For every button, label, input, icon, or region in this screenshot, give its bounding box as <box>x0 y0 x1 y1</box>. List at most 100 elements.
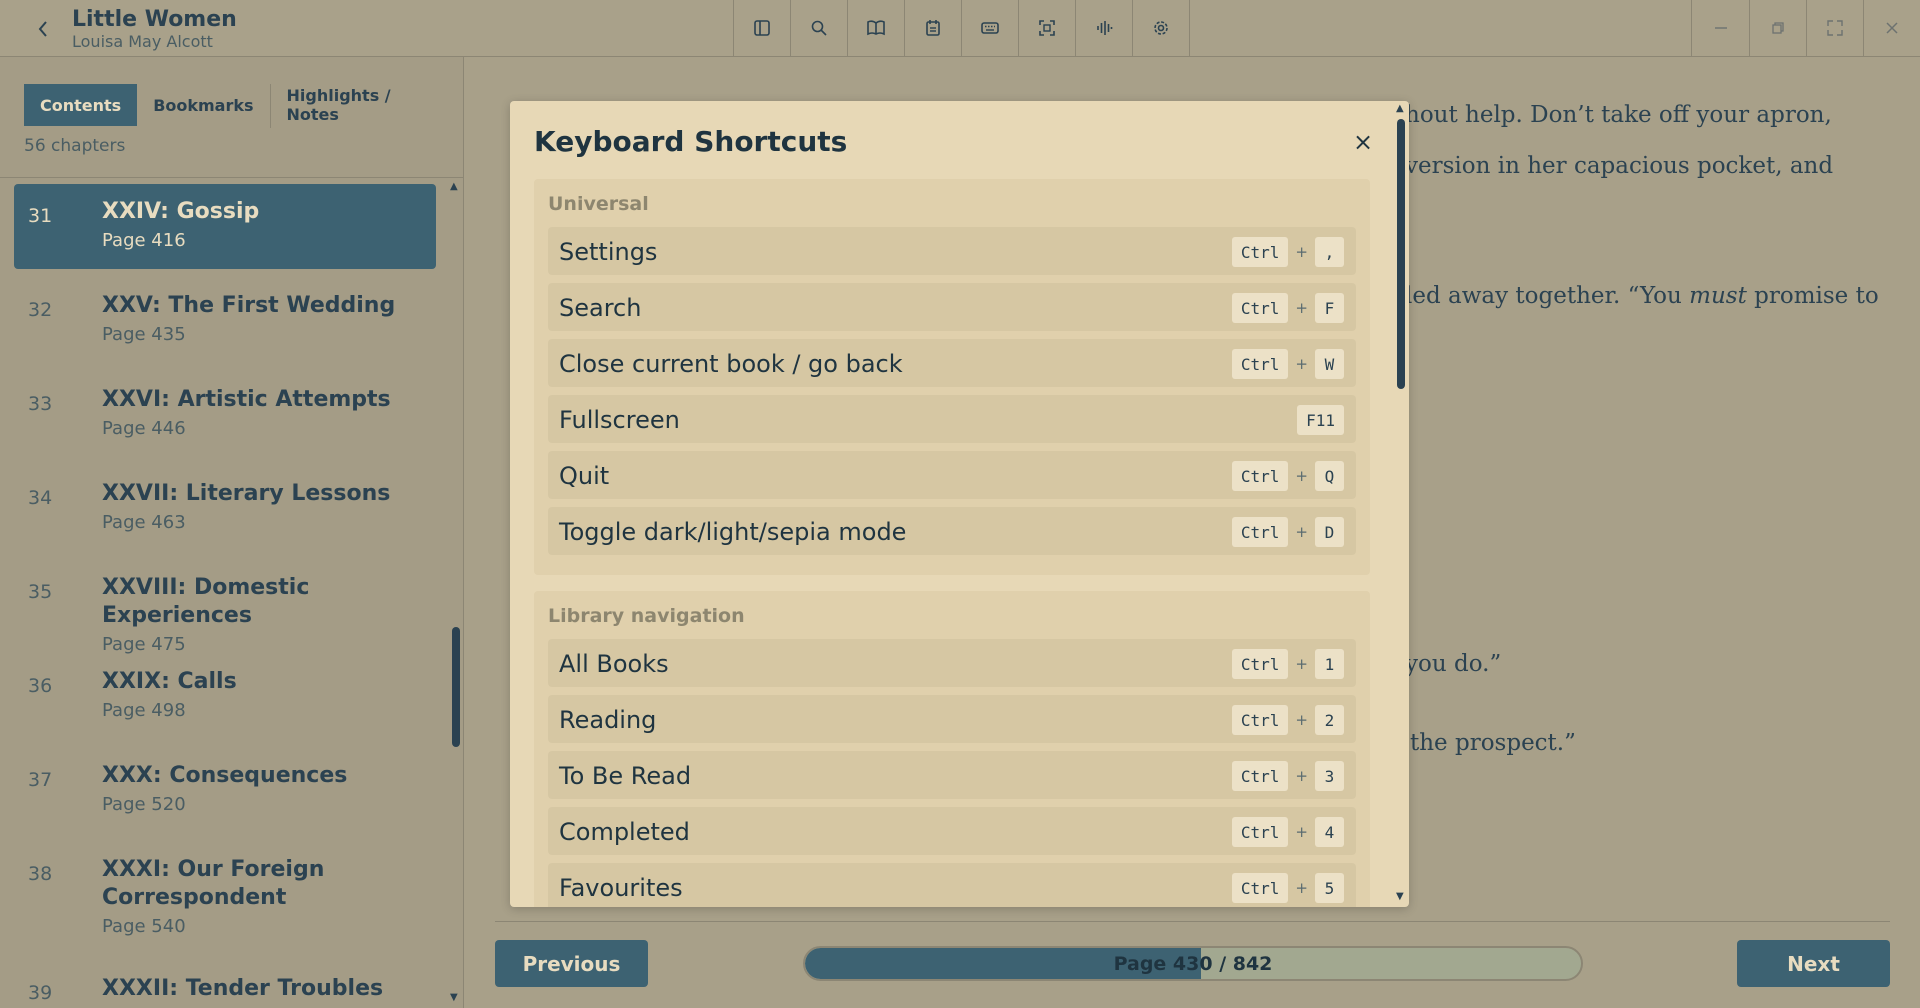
toolbar <box>733 0 1190 56</box>
chapter-item-31[interactable]: 31 XXIV: Gossip Page 416 <box>14 184 436 269</box>
shortcut-row[interactable]: To Be Read Ctrl + 3 <box>548 751 1356 799</box>
shortcut-row[interactable]: Favourites Ctrl + 5 <box>548 863 1356 907</box>
focus-icon <box>1039 20 1055 36</box>
reader-text-span: led away together. “You <box>1405 283 1690 309</box>
tab-highlights-notes[interactable]: Highlights / Notes <box>271 84 463 126</box>
close-icon <box>1886 22 1898 34</box>
chapter-number: 34 <box>28 487 53 509</box>
shortcut-keys: Ctrl + 5 <box>1231 873 1344 903</box>
reader-emphasis: must <box>1689 283 1747 309</box>
chapter-page: Page 540 <box>102 916 186 937</box>
key-cap: Ctrl <box>1231 461 1289 491</box>
restore-button[interactable] <box>1749 0 1806 56</box>
dialog-close-button[interactable]: × <box>1348 127 1378 157</box>
library-button[interactable] <box>848 0 905 56</box>
reader-line: version in her capacious pocket, and <box>1405 153 1834 179</box>
shortcut-keys: Ctrl + 1 <box>1231 649 1344 679</box>
shortcut-label: Reading <box>559 706 657 734</box>
key-cap: Ctrl <box>1231 761 1289 791</box>
shortcut-label: Fullscreen <box>559 406 680 434</box>
key-cap: W <box>1315 349 1344 379</box>
chapter-title: XXIV: Gossip <box>102 199 260 224</box>
sidebar-scrollbar-thumb[interactable] <box>452 627 460 747</box>
key-cap: Q <box>1315 461 1344 491</box>
audio-button[interactable] <box>1076 0 1133 56</box>
modal-scroll-down-icon[interactable]: ▼ <box>1396 891 1404 902</box>
chapter-number: 31 <box>28 205 53 227</box>
reader-line: the prospect.” <box>1410 730 1576 756</box>
tab-contents[interactable]: Contents <box>24 84 138 126</box>
minimize-button[interactable] <box>1692 0 1749 56</box>
fullscreen-button[interactable] <box>1806 0 1863 56</box>
shortcut-row[interactable]: Search Ctrl + F <box>548 283 1356 331</box>
shortcut-row[interactable]: Settings Ctrl + , <box>548 227 1356 275</box>
chapter-item-35[interactable]: 35 XXVIII: Domestic Experiences Page 475 <box>14 560 436 655</box>
shortcut-keys: Ctrl + 4 <box>1231 817 1344 847</box>
modal-scroll-up-icon[interactable]: ▲ <box>1396 103 1404 114</box>
shortcut-row[interactable]: Close current book / go back Ctrl + W <box>548 339 1356 387</box>
back-button[interactable] <box>28 14 58 44</box>
keyboard-shortcuts-button[interactable] <box>962 0 1019 56</box>
shortcut-keys: F11 <box>1297 405 1344 435</box>
key-cap: Ctrl <box>1231 705 1289 735</box>
key-cap: F <box>1315 293 1344 323</box>
close-window-button[interactable] <box>1863 0 1920 56</box>
shortcut-keys: Ctrl + Q <box>1231 461 1344 491</box>
shortcut-label: Toggle dark/light/sepia mode <box>559 518 907 546</box>
reader-line: led away together. “You must promise to <box>1405 283 1879 309</box>
chapter-item-39[interactable]: 39 XXXII: Tender Troubles <box>14 961 436 1008</box>
key-cap: D <box>1315 517 1344 547</box>
scroll-down-arrow-icon[interactable]: ▼ <box>450 992 458 1003</box>
search-icon <box>811 20 827 36</box>
shortcut-row[interactable]: Fullscreen F11 <box>548 395 1356 443</box>
shortcut-label: Completed <box>559 818 690 846</box>
key-cap: 4 <box>1315 817 1344 847</box>
page-indicator: Page 430 / 842 <box>1113 952 1273 975</box>
shortcut-keys: Ctrl + W <box>1231 349 1344 379</box>
calendar-button[interactable] <box>905 0 962 56</box>
sidebar: Contents Bookmarks Highlights / Notes 56… <box>0 57 464 1008</box>
reader-text-span: promise to <box>1746 283 1879 309</box>
chapter-item-38[interactable]: 38 XXXI: Our Foreign Correspondent Page … <box>14 842 436 952</box>
chapter-item-32[interactable]: 32 XXV: The First Wedding Page 435 <box>14 278 436 363</box>
modal-scrollbar-thumb[interactable] <box>1397 119 1405 389</box>
shortcut-row[interactable]: Reading Ctrl + 2 <box>548 695 1356 743</box>
shortcut-row[interactable]: All Books Ctrl + 1 <box>548 639 1356 687</box>
keyboard-icon <box>981 22 999 34</box>
toggle-sidebar-button[interactable] <box>734 0 791 56</box>
shortcut-row[interactable]: Completed Ctrl + 4 <box>548 807 1356 855</box>
search-button[interactable] <box>791 0 848 56</box>
key-cap: 1 <box>1315 649 1344 679</box>
shortcut-keys: Ctrl + D <box>1231 517 1344 547</box>
key-cap: 2 <box>1315 705 1344 735</box>
calendar-icon <box>926 20 940 36</box>
next-button[interactable]: Next <box>1737 940 1890 987</box>
chapter-page: Page 416 <box>102 230 186 251</box>
chapter-item-36[interactable]: 36 XXIX: Calls Page 498 <box>14 654 436 739</box>
page-progress-bar[interactable]: Page 430 / 842 <box>803 946 1583 981</box>
chapter-item-34[interactable]: 34 XXVII: Literary Lessons Page 463 <box>14 466 436 551</box>
settings-button[interactable] <box>1133 0 1190 56</box>
plus-sign: + <box>1295 299 1308 317</box>
chevron-left-icon <box>38 21 47 37</box>
focus-mode-button[interactable] <box>1019 0 1076 56</box>
previous-button[interactable]: Previous <box>495 940 648 987</box>
shortcut-row[interactable]: Quit Ctrl + Q <box>548 451 1356 499</box>
chapter-number: 33 <box>28 393 53 415</box>
chapter-page: Page 446 <box>102 418 186 439</box>
tab-bookmarks[interactable]: Bookmarks <box>137 84 269 126</box>
chapter-title: XXIX: Calls <box>102 669 237 694</box>
chapter-number: 36 <box>28 675 53 697</box>
section-library-navigation: Library navigation All Books Ctrl + 1 Re… <box>534 591 1370 907</box>
scroll-up-arrow-icon[interactable]: ▲ <box>450 181 458 192</box>
window-controls <box>1691 0 1920 56</box>
key-cap: Ctrl <box>1231 237 1289 267</box>
chapter-title: XXVIII: Domestic Experiences <box>102 575 310 628</box>
chapter-item-37[interactable]: 37 XXX: Consequences Page 520 <box>14 748 436 833</box>
shortcut-row[interactable]: Toggle dark/light/sepia mode Ctrl + D <box>548 507 1356 555</box>
settings-icon <box>1154 21 1168 35</box>
chapter-count: 56 chapters <box>24 136 126 156</box>
chapter-item-33[interactable]: 33 XXVI: Artistic Attempts Page 446 <box>14 372 436 457</box>
chapter-page: Page 520 <box>102 794 186 815</box>
chapter-number: 38 <box>28 863 53 885</box>
